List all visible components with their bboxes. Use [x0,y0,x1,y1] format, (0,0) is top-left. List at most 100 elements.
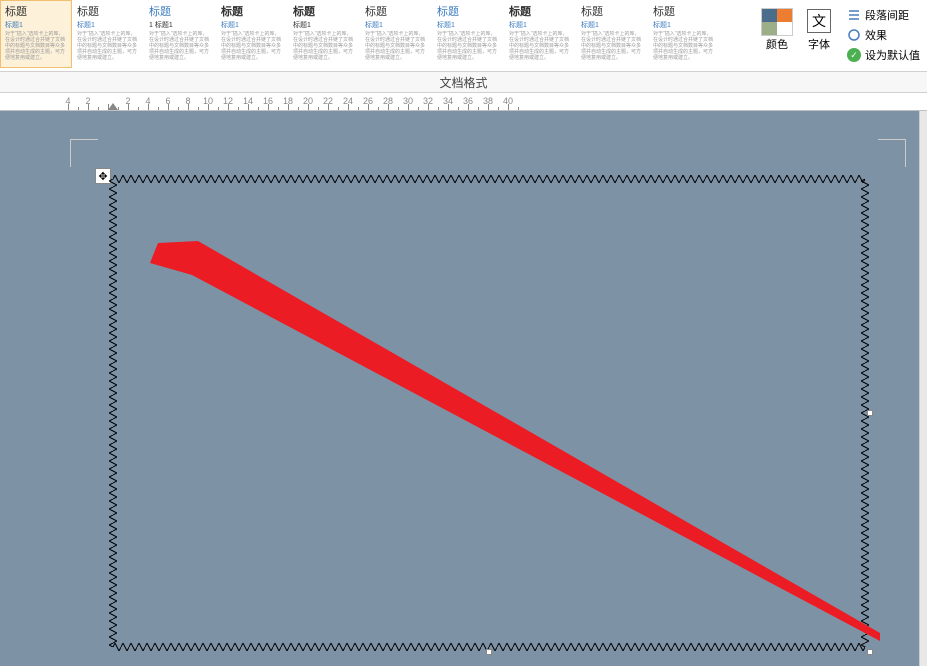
style-item[interactable]: 标题 标题1 对于"插入"选项卡上的库，在设计时通过合并链了文档中的标题与文档数… [576,0,648,68]
ruler-mark [488,104,489,110]
page-margin-corner [878,139,906,167]
horizontal-ruler[interactable]: 42246810121416182022242628303234363840 [0,93,927,111]
style-preview: 对于"插入"选项卡上的库，在设计时通过合并链了文档中的标题与文档数目等众多项并自… [437,31,499,61]
ruler-mark [378,107,379,110]
ruler-mark [258,107,259,110]
zigzag-border-top [113,175,865,183]
ruler-mark [448,104,449,110]
style-subtitle: 1 标题1 [149,20,211,30]
style-title: 标题 [149,3,211,19]
ruler-mark [438,107,439,110]
ruler-mark [428,104,429,110]
page-border-frame[interactable] [113,179,865,647]
style-item[interactable]: 标题 标题1 对于"插入"选项卡上的库，在设计时通过合并链了文档中的标题与文档数… [216,0,288,68]
style-title: 标题 [221,3,283,19]
ruler-mark [368,104,369,110]
resize-handle[interactable] [867,649,873,655]
set-default-button[interactable]: ✓ 设为默认值 [847,47,920,63]
ruler-mark [248,104,249,110]
resize-handle[interactable] [867,410,873,416]
indent-marker[interactable] [108,103,118,110]
style-preview: 对于"插入"选项卡上的库，在设计时通过合并链了文档中的标题与文档数目等众多项并自… [221,31,283,61]
style-item[interactable]: 标题 标题1 对于"插入"选项卡上的库，在设计时通过合并链了文档中的标题与文档数… [288,0,360,68]
style-item[interactable]: 标题 标题1 对于"插入"选项卡上的库，在设计时通过合并链了文档中的标题与文档数… [504,0,576,68]
effects-icon [847,28,861,42]
style-preview: 对于"插入"选项卡上的库，在设计时通过合并链了文档中的标题与文档数目等众多项并自… [365,31,427,61]
ruler-mark [98,107,99,110]
ruler-mark [88,104,89,110]
document-canvas[interactable]: ✥ [0,111,927,666]
ruler-mark [188,104,189,110]
style-item[interactable]: 标题 标题1 对于"插入"选项卡上的库，在设计时通过合并链了文档中的标题与文档数… [432,0,504,68]
ruler-mark [458,107,459,110]
style-preview: 对于"插入"选项卡上的库，在设计时通过合并链了文档中的标题与文档数目等众多项并自… [149,31,211,61]
ribbon-options: 段落间距 效果 ✓ 设为默认值 [843,3,924,67]
style-subtitle: 标题1 [509,20,571,30]
ruler-mark [158,107,159,110]
ruler-mark [278,107,279,110]
style-preview: 对于"插入"选项卡上的库，在设计时通过合并链了文档中的标题与文档数目等众多项并自… [581,31,643,61]
option-label: 段落间距 [865,7,909,23]
ruler-mark [268,104,269,110]
format-label-text: 文档格式 [439,74,487,91]
ruler-mark [408,104,409,110]
ruler-mark [178,107,179,110]
style-title: 标题 [293,3,355,19]
ruler-mark [508,104,509,110]
ruler-mark [328,104,329,110]
paragraph-spacing-icon [847,8,861,22]
ruler-mark [418,107,419,110]
option-label: 设为默认值 [865,47,920,63]
paragraph-spacing-button[interactable]: 段落间距 [847,7,920,23]
font-icon: 文 [807,9,831,33]
ruler-mark [308,104,309,110]
ruler-mark [338,107,339,110]
resize-handle[interactable] [486,649,492,655]
ruler-mark [108,104,109,110]
ruler-mark [388,104,389,110]
ruler-mark [498,107,499,110]
color-swatch-icon [761,8,793,36]
ruler-mark [128,104,129,110]
document-format-group-label: 文档格式 [0,72,927,93]
style-title: 标题 [5,3,67,19]
check-icon: ✓ [847,48,861,62]
page-margin-corner [70,139,98,167]
ruler-mark [198,107,199,110]
ruler-mark [228,104,229,110]
style-item[interactable]: 标题 标题1 对于"插入"选项卡上的库，在设计时通过合并链了文档中的标题与文档数… [72,0,144,68]
ruler-mark [478,107,479,110]
fonts-button[interactable]: 文 字体 [801,3,837,57]
styles-gallery: 标题 标题1 对于"插入"选项卡上的库，在设计时通过合并链了文档中的标题与文档数… [0,0,756,71]
style-item[interactable]: 标题 标题1 对于"插入"选项卡上的库，在设计时通过合并链了文档中的标题与文档数… [0,0,72,68]
style-preview: 对于"插入"选项卡上的库，在设计时通过合并链了文档中的标题与文档数目等众多项并自… [293,31,355,61]
ruler-mark [218,107,219,110]
effects-button[interactable]: 效果 [847,27,920,43]
style-title: 标题 [77,3,139,19]
style-item[interactable]: 标题 标题1 对于"插入"选项卡上的库，在设计时通过合并链了文档中的标题与文档数… [360,0,432,68]
ruler-mark [298,107,299,110]
style-preview: 对于"插入"选项卡上的库，在设计时通过合并链了文档中的标题与文档数目等众多项并自… [77,31,139,61]
ruler-mark [398,107,399,110]
ribbon-right-tools: 颜色 文 字体 段落间距 效果 ✓ 设为默认值 [756,0,927,71]
vertical-scrollbar[interactable] [919,111,927,666]
option-label: 效果 [865,27,887,43]
tool-label: 颜色 [766,36,788,52]
style-title: 标题 [437,3,499,19]
style-subtitle: 标题1 [653,20,715,30]
colors-button[interactable]: 颜色 [759,3,795,57]
ruler-mark [168,104,169,110]
ruler-mark [208,104,209,110]
ruler-mark [288,104,289,110]
ruler-mark [518,107,519,110]
move-icon: ✥ [98,170,107,183]
style-subtitle: 标题1 [5,20,67,30]
ruler-mark [238,107,239,110]
style-item[interactable]: 标题 标题1 对于"插入"选项卡上的库，在设计时通过合并链了文档中的标题与文档数… [648,0,720,68]
ruler-mark [118,107,119,110]
style-title: 标题 [509,3,571,19]
ruler-mark [138,107,139,110]
style-item[interactable]: 标题 1 标题1 对于"插入"选项卡上的库，在设计时通过合并链了文档中的标题与文… [144,0,216,68]
ruler-mark [358,107,359,110]
tool-label: 字体 [808,36,830,52]
